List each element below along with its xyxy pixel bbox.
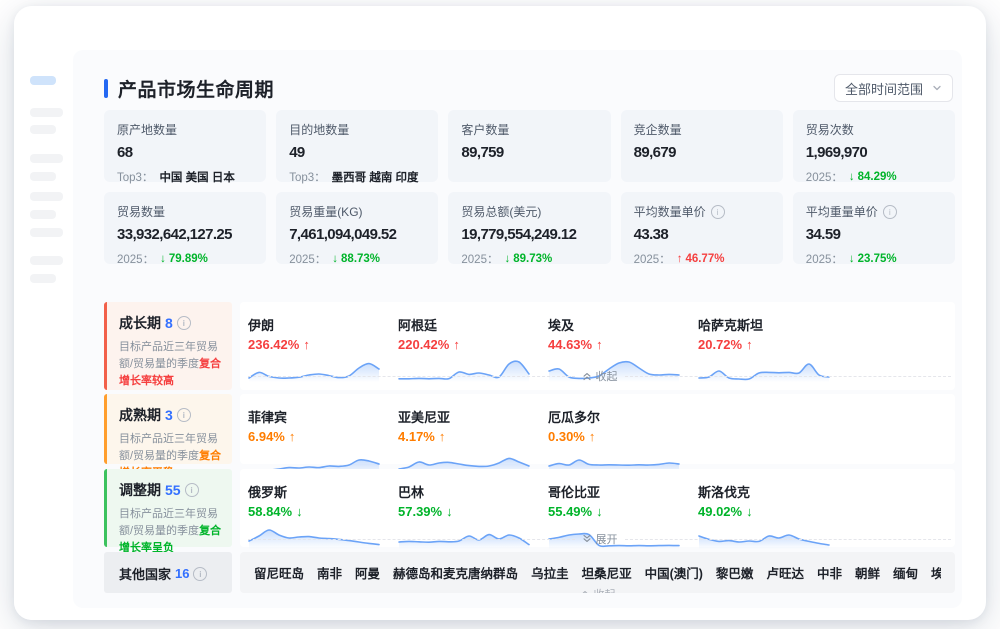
trend-down-icon: ↓ [296,504,303,519]
trend-up-icon: ↑ [453,337,460,352]
country-card[interactable]: 厄瓜多尔 0.30%↑ [548,394,698,474]
stat-value: 89,759 [461,144,597,161]
trend-down-icon: ↓ [849,253,855,265]
collapse-toggle[interactable]: 收起 [248,368,951,384]
double-chevron-up-icon [580,589,590,593]
stat-value: 89,679 [634,144,770,161]
trend-down-icon: ↓ [160,253,166,265]
section-other-label: 其他国家16 [104,552,232,593]
trend-up-icon: ↑ [677,253,683,265]
chevron-down-icon [932,83,942,93]
sidebar-item[interactable] [30,108,63,117]
sidebar-item-active[interactable] [30,76,56,85]
trend-up-icon: ↑ [596,337,603,352]
stat-card-destination-count: 目的地数量 49 Top3：墨西哥 越南 印度 [276,110,438,182]
sidebar-item[interactable] [30,192,63,201]
double-chevron-up-icon [582,371,592,381]
sidebar-item[interactable] [30,172,56,181]
page-header: 产品市场生命周期 全部时间范围 [104,74,955,102]
info-icon[interactable] [193,567,207,581]
info-icon[interactable] [883,205,897,219]
trend-down-icon: ↓ [596,504,603,519]
trend-up-icon: ↑ [303,337,310,352]
country-card[interactable]: 菲律宾 6.94%↑ [248,394,398,474]
section-adjust-label: 调整期55 目标产品近三年贸易额/贸易量的季度复合增长率呈负 [104,469,232,547]
stat-card-avg-weight-price: 平均重量单价 34.59 2025：↓23.75% [793,192,955,264]
stat-card-customer-count: 客户数量 89,759 [448,110,610,182]
title-accent-bar [104,79,108,98]
section-mature-label: 成熟期3 目标产品近三年贸易额/贸易量的季度复合增长率平稳 [104,394,232,464]
country-card[interactable]: 亚美尼亚 4.17%↑ [398,394,548,474]
info-icon[interactable] [177,316,191,330]
sidebar-item[interactable] [30,228,63,237]
trend-down-icon: ↓ [504,253,510,265]
section-adjust: 调整期55 目标产品近三年贸易额/贸易量的季度复合增长率呈负 俄罗斯 58.84… [104,469,955,547]
section-other-countries: 其他国家16 留尼旺岛南非阿曼赫德岛和麦克唐纳群岛乌拉圭坦桑尼亚中国(澳门)黎巴… [104,552,955,593]
sidebar-item[interactable] [30,154,63,163]
trend-down-icon: ↓ [746,504,753,519]
stat-card-avg-qty-price: 平均数量单价 43.38 2025：↑46.77% [621,192,783,264]
stat-card-trade-weight: 贸易重量(KG) 7,461,094,049.52 2025：↓88.73% [276,192,438,264]
section-growth: 成长期8 目标产品近三年贸易额/贸易量的季度复合增长率较高 伊朗 236.42%… [104,302,955,390]
trend-down-icon: ↓ [332,253,338,265]
stat-card-competitor-count: 竞企数量 89,679 [621,110,783,182]
stat-value: 68 [117,144,253,161]
stat-value: 1,969,970 [806,144,942,161]
info-icon[interactable] [711,205,725,219]
trend-up-icon: ↑ [589,429,596,444]
app-window: 产品市场生命周期 全部时间范围 原产地数量 68 Top3：中国 美国 日本 目… [14,6,986,620]
info-icon[interactable] [177,408,191,422]
trend-up-icon: ↑ [439,429,446,444]
info-icon[interactable] [185,483,199,497]
sidebar-item[interactable] [30,210,56,219]
trend-up-icon: ↑ [289,429,296,444]
expand-toggle[interactable]: 展开 [248,531,951,547]
trend-up-icon: ↑ [746,337,753,352]
sidebar-item[interactable] [30,274,56,283]
sidebar-item[interactable] [30,125,56,134]
stat-card-trade-count: 贸易次数 1,969,970 2025：↓84.29% [793,110,955,182]
stat-card-origin-count: 原产地数量 68 Top3：中国 美国 日本 [104,110,266,182]
section-growth-label: 成长期8 目标产品近三年贸易额/贸易量的季度复合增长率较高 [104,302,232,390]
double-chevron-down-icon [582,534,592,544]
lifecycle-sections: 成长期8 目标产品近三年贸易额/贸易量的季度复合增长率较高 伊朗 236.42%… [104,302,955,593]
page-title: 产品市场生命周期 [118,75,274,102]
sidebar-item[interactable] [30,256,63,265]
section-mature: 成熟期3 目标产品近三年贸易额/贸易量的季度复合增长率平稳 菲律宾 6.94%↑… [104,394,955,464]
stat-value: 7,461,094,049.52 [289,226,425,243]
stats-grid: 原产地数量 68 Top3：中国 美国 日本 目的地数量 49 Top3：墨西哥… [104,110,955,264]
trend-down-icon: ↓ [849,171,855,183]
stat-card-trade-quantity: 贸易数量 33,932,642,127.25 2025：↓79.89% [104,192,266,264]
time-range-value: 全部时间范围 [845,79,923,98]
stat-value: 43.38 [634,226,770,243]
sidebar [14,6,73,620]
collapse-toggle[interactable]: 收起 [240,586,955,593]
stat-card-trade-amount: 贸易总额(美元) 19,779,554,249.12 2025：↓89.73% [448,192,610,264]
stat-value: 49 [289,144,425,161]
time-range-select[interactable]: 全部时间范围 [834,74,953,102]
stat-value: 19,779,554,249.12 [461,226,597,243]
stat-value: 34.59 [806,226,942,243]
main-panel: 产品市场生命周期 全部时间范围 原产地数量 68 Top3：中国 美国 日本 目… [73,50,962,608]
stat-value: 33,932,642,127.25 [117,226,253,243]
trend-down-icon: ↓ [446,504,453,519]
other-countries-list: 留尼旺岛南非阿曼赫德岛和麦克唐纳群岛乌拉圭坦桑尼亚中国(澳门)黎巴嫩卢旺达中非朝… [254,563,941,582]
